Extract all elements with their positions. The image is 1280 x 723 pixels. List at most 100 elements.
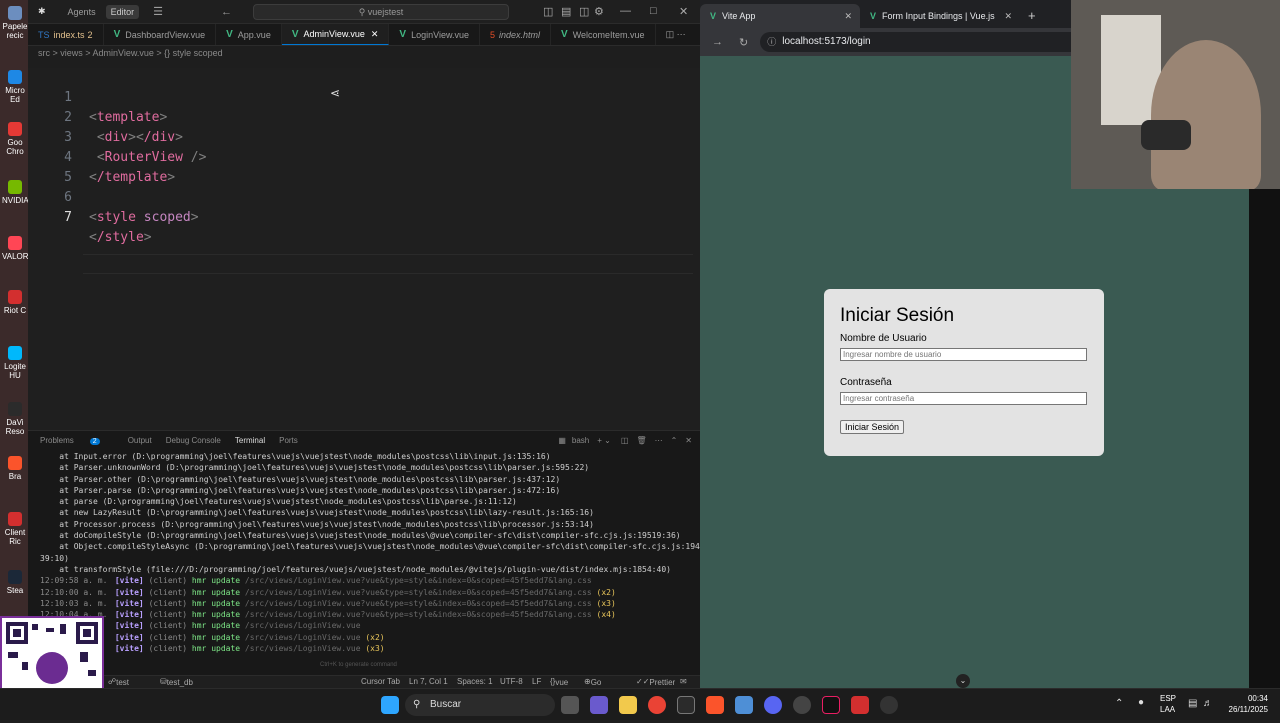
task-view-icon[interactable] (561, 696, 579, 714)
encoding[interactable]: UTF-8 (500, 677, 523, 686)
tab-debug-console[interactable]: Debug Console (166, 436, 221, 445)
desktop-shortcut[interactable]: Riot C (2, 290, 28, 315)
chrome-icon[interactable] (648, 696, 666, 714)
cursor-tab-status[interactable]: Cursor Tab (361, 677, 400, 686)
language-mode[interactable]: {} vue (550, 677, 568, 687)
terminal-hint: Ctrl+K to generate command (320, 662, 397, 668)
forward-icon[interactable]: → (712, 36, 723, 48)
agents-toggle[interactable]: Agents (68, 7, 96, 17)
site-info-icon[interactable]: ⓘ (767, 32, 776, 52)
tab-output[interactable]: Output (128, 436, 152, 445)
terminal-line: at Parser.other (D:\programming\joel\fea… (40, 474, 561, 484)
desktop-shortcut[interactable]: Bra (2, 456, 28, 481)
close-tab-icon[interactable]: ✕ (371, 29, 379, 40)
minimize-icon[interactable]: — (620, 5, 631, 17)
tab-terminal[interactable]: Terminal (235, 436, 265, 445)
language-indicator[interactable]: ESP LAA (1160, 693, 1176, 715)
indentation[interactable]: Spaces: 1 (457, 677, 493, 686)
vite-tag: [vite] (114, 576, 144, 586)
notifications-icon[interactable]: ✉ (680, 677, 687, 686)
reload-icon[interactable]: ↻ (739, 36, 748, 49)
new-tab-icon[interactable]: + (1028, 8, 1036, 23)
new-terminal-icon[interactable]: + ⌄ (597, 436, 611, 445)
settings-icon[interactable]: ⚙ (594, 5, 604, 18)
go-live-button[interactable]: ⊕ Go Live (584, 677, 605, 696)
desktop-shortcut[interactable]: Papele recic (2, 6, 28, 40)
vite-tag: [vite] (114, 587, 144, 597)
prettier-status[interactable]: ✓✓ Prettier (636, 677, 675, 687)
close-tab-icon[interactable]: ✕ (844, 11, 852, 22)
openai-icon[interactable] (880, 696, 898, 714)
microphone-icon[interactable]: ● (1138, 697, 1144, 708)
split-terminal-icon[interactable]: ◫ (621, 436, 629, 445)
password-input[interactable] (840, 392, 1087, 405)
tiktok-icon[interactable] (822, 696, 840, 714)
panel-toggle-icon[interactable]: ▤ (561, 5, 571, 18)
address-bar[interactable]: ⓘ localhost:5173/login (760, 32, 1101, 52)
desktop-shortcut[interactable]: Client Ric (2, 512, 28, 546)
split-editor-icon[interactable]: ◫ ⋯ (656, 24, 696, 45)
desktop-shortcut[interactable]: DaVi Reso (2, 402, 28, 436)
taskbar-search[interactable]: ⚲ Buscar (405, 694, 555, 716)
command-center-search[interactable]: ⚲ vuejstest (253, 4, 509, 20)
connect-status[interactable]: ☍ test connect (108, 677, 144, 696)
copilot-icon[interactable] (590, 696, 608, 714)
editor-tab[interactable]: V DashboardView.vue (104, 24, 217, 45)
editor-tab[interactable]: 5 index.html (480, 24, 552, 45)
cursor-position[interactable]: Ln 7, Col 1 (409, 677, 448, 686)
shell-name[interactable]: bash (572, 436, 589, 445)
editor-tab[interactable]: V WelcomeItem.vue (551, 24, 656, 45)
close-tab-icon[interactable]: ✕ (1004, 11, 1012, 22)
eol[interactable]: LF (532, 677, 541, 686)
app-icon[interactable] (735, 696, 753, 714)
menu-icon[interactable]: ☰ (153, 5, 163, 18)
cursor-app-icon[interactable] (677, 696, 695, 714)
volume-icon[interactable]: ♬ (1203, 698, 1213, 709)
trash-icon[interactable]: 🗑 (636, 436, 646, 445)
editor-tab[interactable]: V App.vue (216, 24, 282, 45)
tab-ports[interactable]: Ports (279, 436, 298, 445)
editor-tab[interactable]: TS index.ts 2 (28, 24, 104, 45)
close-panel-icon[interactable]: ✕ (685, 436, 692, 445)
network-icon[interactable]: ▤ (1188, 698, 1197, 709)
desktop-shortcut[interactable]: Goo Chro (2, 122, 28, 156)
more-icon[interactable]: ⋯ (655, 436, 663, 445)
discord-icon[interactable] (764, 696, 782, 714)
tab-problems[interactable]: Problems 2 (40, 436, 114, 445)
username-input[interactable] (840, 348, 1087, 361)
terminal-output[interactable]: at Input.error (D:\programming\joel\feat… (28, 449, 700, 656)
code-editor[interactable]: 1 <template> 2 <div></div> 3 <RouterView… (28, 68, 700, 430)
layout-icon[interactable]: ◫ (543, 5, 553, 18)
editor-toggle[interactable]: Editor (105, 4, 140, 19)
client-tag: (client) (148, 610, 188, 620)
desktop-shortcut[interactable]: Micro Ed (2, 70, 28, 104)
tray-chevron-icon[interactable]: ⌃ (1115, 698, 1123, 709)
app-menu-icon[interactable]: ✱ (38, 6, 46, 17)
desktop-shortcut[interactable]: NVIDIA (2, 180, 29, 205)
brave-icon[interactable] (706, 696, 724, 714)
windows-start-icon[interactable] (381, 696, 399, 714)
desktop-shortcut[interactable]: Logite HU (2, 346, 28, 380)
url-text: localhost:5173/login (782, 36, 871, 47)
maximize-panel-icon[interactable]: ⌃ (671, 436, 678, 445)
desktop-shortcut[interactable]: Stea (2, 570, 28, 595)
chatgpt-icon[interactable] (793, 696, 811, 714)
scroll-down-icon[interactable]: ⌄ (956, 674, 970, 688)
back-arrow-icon[interactable]: ← (221, 6, 232, 18)
file-explorer-icon[interactable] (619, 696, 637, 714)
app-icon (8, 346, 22, 360)
login-submit-button[interactable]: Iniciar Sesión (840, 420, 905, 434)
sidebar-toggle-icon[interactable]: ◫ (579, 5, 589, 18)
browser-tab[interactable]: V Form Input Bindings | Vue.js ✕ (860, 4, 1020, 28)
editor-tab[interactable]: V LoginView.vue (389, 24, 480, 45)
app-icon[interactable] (851, 696, 869, 714)
desktop-shortcut[interactable]: VALOR (2, 236, 29, 261)
browser-tab[interactable]: V Vite App ✕ (700, 4, 860, 28)
db-status[interactable]: ⛁ test_db (160, 677, 193, 687)
maximize-icon[interactable]: □ (650, 5, 657, 17)
close-window-icon[interactable]: ✕ (679, 5, 688, 18)
clock[interactable]: 00:34 26/11/2025 (1229, 693, 1268, 715)
terminal-line: at doCompileStyle (D:\programming\joel\f… (40, 531, 681, 541)
terminal-line: at transformStyle (file:///D:/programmin… (40, 564, 671, 574)
editor-tab[interactable]: V AdminView.vue ✕ (281, 24, 390, 45)
